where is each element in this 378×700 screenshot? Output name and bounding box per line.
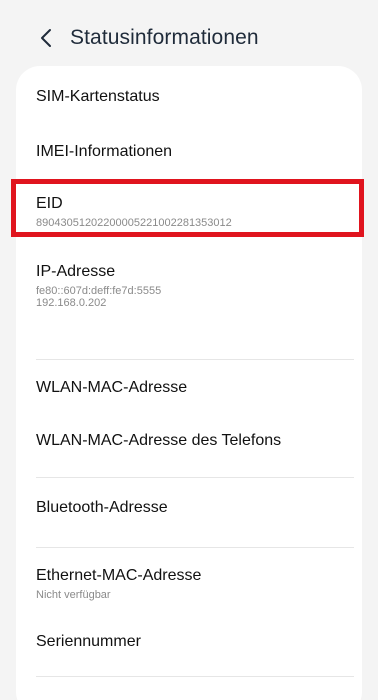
list-item-sim-card-status[interactable]: SIM-Kartenstatus (36, 87, 354, 107)
list-item-label: Ethernet-MAC-Adresse (36, 567, 202, 584)
divider (36, 547, 354, 548)
divider (36, 359, 354, 360)
ip-address-ipv4: 192.168.0.202 (36, 297, 107, 309)
list-item-bluetooth-address[interactable]: Bluetooth-Adresse (36, 498, 354, 518)
back-button[interactable] (34, 25, 60, 51)
list-item-label: WLAN-MAC-Adresse des Telefons (36, 432, 282, 449)
ip-address-ipv6: fe80::607d:deff:fe7d:5555 (36, 285, 162, 297)
page-title: Statusinformationen (70, 26, 259, 49)
list-item-ip-address[interactable]: IP-Adresse fe80::607d:deff:fe7d:5555 192… (36, 262, 354, 309)
list-item-wlan-mac[interactable]: WLAN-MAC-Adresse (36, 378, 354, 398)
list-item-ethernet-mac[interactable]: Ethernet-MAC-Adresse Nicht verfügbar (36, 566, 354, 601)
list-item-label: IP-Adresse (36, 263, 116, 280)
list-item-label: EID (36, 195, 63, 212)
status-information-screen: Statusinformationen SIM-Kartenstatus IME… (0, 0, 378, 700)
list-item-label: SIM-Kartenstatus (36, 88, 160, 105)
list-item-label: WLAN-MAC-Adresse (36, 379, 188, 396)
top-bar: Statusinformationen (34, 18, 259, 58)
list-item-phone-wlan-mac[interactable]: WLAN-MAC-Adresse des Telefons (36, 431, 354, 451)
divider (36, 676, 354, 677)
list-item-label: IMEI-Informationen (36, 143, 173, 160)
list-item-label: Bluetooth-Adresse (36, 499, 168, 516)
list-item-eid[interactable]: EID 89043051202200005221002281353012 (36, 194, 354, 229)
ethernet-mac-value: Nicht verfügbar (36, 589, 111, 601)
list-item-imei-info[interactable]: IMEI-Informationen (36, 142, 354, 162)
status-list: SIM-Kartenstatus IMEI-Informationen EID … (16, 66, 362, 700)
eid-value: 89043051202200005221002281353012 (36, 217, 232, 229)
chevron-left-icon (41, 29, 51, 47)
divider (36, 477, 354, 478)
list-item-serial-number[interactable]: Seriennummer (36, 632, 354, 652)
list-item-label: Seriennummer (36, 633, 141, 650)
